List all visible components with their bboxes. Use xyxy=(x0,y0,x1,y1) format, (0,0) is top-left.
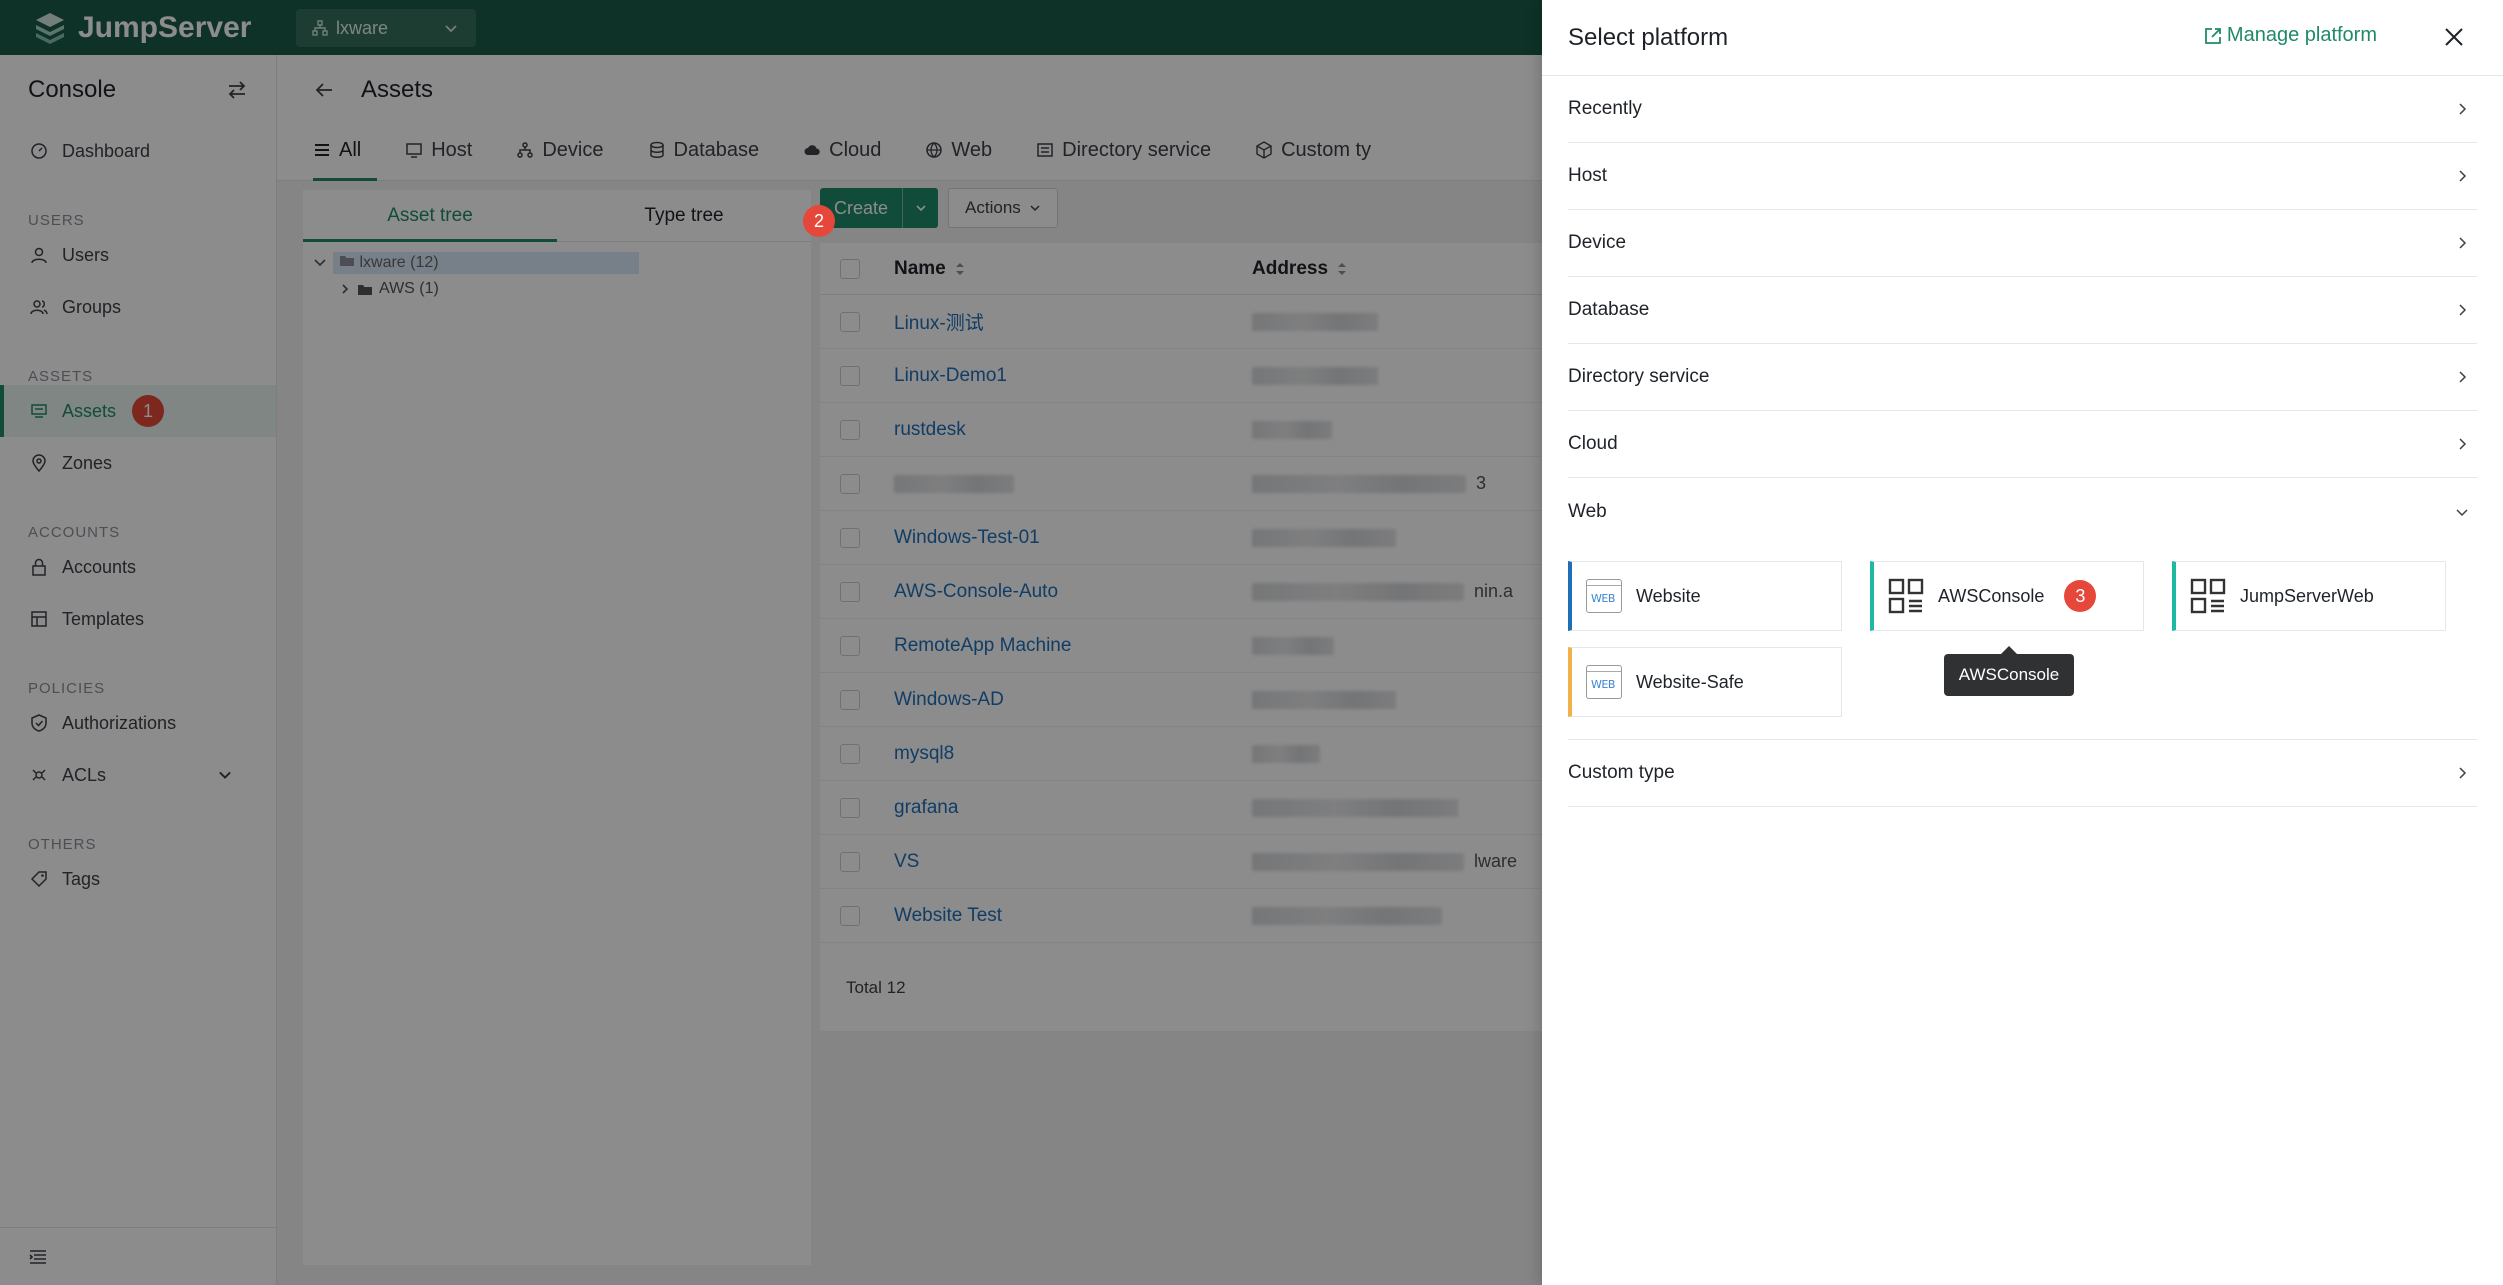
drawer-header: Select platform Manage platform xyxy=(1542,0,2503,76)
category-custom-type[interactable]: Custom type xyxy=(1568,740,2477,807)
category-label: Cloud xyxy=(1568,433,1618,454)
chevron-right-icon xyxy=(2459,103,2467,115)
category-label: Custom type xyxy=(1568,762,1675,783)
web-page-icon: WEB xyxy=(1586,579,1622,613)
web-page-icon: WEB xyxy=(1586,665,1622,699)
web-platform-cards: WEB Website AWSConsole 3 JumpServerWeb W… xyxy=(1568,545,2477,740)
platform-card-awsconsole[interactable]: AWSConsole 3 xyxy=(1870,561,2144,631)
chevron-right-icon xyxy=(2459,767,2467,779)
drawer-title: Select platform xyxy=(1568,23,1729,51)
platform-card-jumpserverweb[interactable]: JumpServerWeb xyxy=(2172,561,2446,631)
app-grid-icon xyxy=(2190,578,2226,614)
overlay-mask[interactable] xyxy=(0,0,1542,1285)
chevron-right-icon xyxy=(2459,170,2467,182)
category-label: Device xyxy=(1568,232,1627,253)
app-grid-icon xyxy=(1888,578,1924,614)
platform-name: Website-Safe xyxy=(1636,671,1744,692)
awsconsole-tooltip: AWSConsole xyxy=(1944,646,2074,696)
category-device[interactable]: Device xyxy=(1568,210,2477,277)
chevron-right-icon xyxy=(2459,304,2467,316)
platform-name: JumpServerWeb xyxy=(2240,585,2374,606)
category-database[interactable]: Database xyxy=(1568,277,2477,344)
category-label: Database xyxy=(1568,299,1650,320)
manage-platform-link[interactable]: Manage platform xyxy=(2203,24,2377,47)
chevron-right-icon xyxy=(2459,237,2467,249)
platform-name: AWSConsole xyxy=(1938,585,2045,606)
category-directory-service[interactable]: Directory service xyxy=(1568,344,2477,411)
web-icon-text: WEB xyxy=(1591,678,1615,691)
chevron-down-icon xyxy=(2456,508,2468,516)
manage-platform-label: Manage platform xyxy=(2226,24,2377,46)
category-host[interactable]: Host xyxy=(1568,143,2477,210)
platform-name: Website xyxy=(1636,585,1701,606)
step-badge-3: 3 xyxy=(2064,580,2097,612)
category-web[interactable]: Web xyxy=(1568,478,2477,545)
chevron-right-icon xyxy=(2459,438,2467,450)
category-label: Recently xyxy=(1568,98,1642,119)
category-label: Web xyxy=(1568,500,1607,522)
chevron-right-icon xyxy=(2459,371,2467,383)
web-icon-text: WEB xyxy=(1591,592,1615,605)
platform-card-website[interactable]: WEB Website xyxy=(1568,561,1842,631)
step-badge-2: 2 xyxy=(803,205,835,237)
select-platform-drawer: Select platform Manage platform Recently… xyxy=(1542,0,2503,1285)
category-label: Directory service xyxy=(1568,366,1710,387)
close-icon[interactable] xyxy=(2441,24,2467,50)
category-cloud[interactable]: Cloud xyxy=(1568,411,2477,478)
platform-card-website-safe[interactable]: WEB Website-Safe xyxy=(1568,647,1842,717)
category-label: Host xyxy=(1568,165,1608,186)
category-recently[interactable]: Recently xyxy=(1568,76,2477,143)
external-link-icon xyxy=(2205,27,2221,44)
